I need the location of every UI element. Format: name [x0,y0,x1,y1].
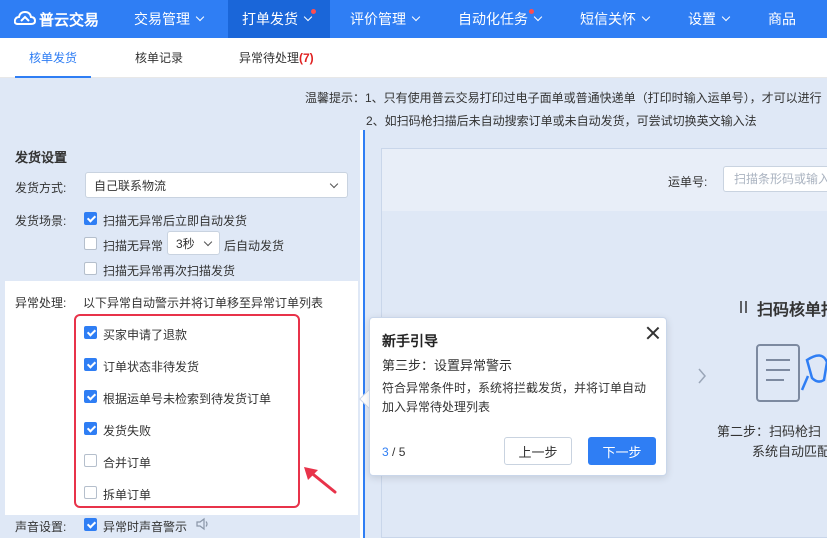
nav-label: 短信关怀 [580,11,636,27]
guide-pagination: 3 / 5 [382,445,405,459]
nav-settings[interactable]: 设置 [688,0,731,38]
guide-description: 符合异常条件时，系统将拦截发货，并将订单自动加入异常待处理列表 [382,381,647,414]
guide-title: 新手引导 [382,333,438,349]
scene-delay-ship-checkbox[interactable] [84,237,97,250]
scene-delay-ship-label-b: 后自动发货 [224,239,285,253]
ship-method-select[interactable]: 自己联系物流 [85,172,348,198]
scene-rescan-ship-checkbox[interactable] [84,262,97,275]
alert-dot-icon [311,9,316,14]
app-logo-text: 普云交易 [39,11,100,29]
chevron-down-icon [411,12,421,22]
guide-step: 第三步：设置异常警示 [382,358,513,373]
scanner-illustration-icon [756,344,827,402]
tab-pending-exceptions[interactable]: 异常待处理(7) [239,38,314,78]
chevron-down-icon [641,12,651,22]
exception-description: 以下异常自动警示并将订单移至异常订单列表 [83,296,324,310]
speaker-icon[interactable] [195,517,211,531]
nav-label: 设置 [688,11,716,27]
notice-line-1: 温馨提示：1、只有使用普云交易打印过电子面单或普通快递单（打印时输入运单号），才… [305,91,822,105]
chevron-down-icon [303,12,313,22]
pointer-arrow-icon [304,467,337,494]
sound-alert-checkbox[interactable] [84,518,97,531]
top-nav: 普云交易 交易管理 打单发货 评价管理 自动化任务 短信关怀 设置 商品 [0,0,827,38]
chevron-down-icon [721,12,731,22]
chevron-down-icon [195,12,205,22]
chevron-right-icon [698,368,706,384]
onboarding-guide-popover: 新手引导 第三步：设置异常警示 符合异常条件时，系统将拦截发货，并将订单自动加入… [369,317,667,476]
ship-method-label: 发货方式: [15,181,67,195]
waybill-label: 运单号: [668,175,708,189]
nav-print-ship[interactable]: 打单发货 [228,0,330,38]
app-logo[interactable]: 普云交易 [0,0,118,38]
nav-label: 评价管理 [350,11,406,27]
exception-label: 异常处理: [15,296,67,310]
chevron-down-icon [533,12,543,22]
guide-page-current: 3 [382,445,389,459]
tab-verify-records[interactable]: 核单记录 [135,38,183,78]
nav-automation[interactable]: 自动化任务 [458,0,543,38]
nav-sms-care[interactable]: 短信关怀 [580,0,651,38]
notice-line-2: 2、如扫码枪扫描后未自动搜索订单或未自动发货，可尝试切换英文输入法 [366,114,757,128]
chevron-down-icon [329,179,339,189]
prev-step-button[interactable]: 上一步 [504,437,572,465]
scene-auto-ship-checkbox[interactable] [84,212,97,225]
delay-seconds-select[interactable]: 3秒 [167,231,220,255]
delay-seconds-value: 3秒 [176,236,195,251]
scan-step2-line1: 第二步：扫码枪扫 [717,424,822,439]
guide-page-total: / 5 [388,445,406,459]
tab-count-badge: (7) [299,51,314,65]
tab-label: 异常待处理 [239,51,300,65]
tab-verify-ship[interactable]: 核单发货 [15,38,91,78]
alert-dot-icon [529,9,534,14]
scene-auto-ship-label: 扫描无异常后立即自动发货 [103,214,248,228]
exception-options-highlight-box [74,314,300,508]
nav-products[interactable]: 商品 [768,0,796,38]
sub-tabs: 核单发货 核单记录 异常待处理(7) [0,38,827,78]
nav-label: 商品 [768,11,796,27]
cloud-logo-icon [14,10,36,25]
next-step-button[interactable]: 下一步 [588,437,656,465]
sound-label: 声音设置: [15,520,67,534]
waybill-input[interactable] [723,166,827,192]
nav-label: 自动化任务 [458,11,528,27]
nav-trade-management[interactable]: 交易管理 [134,0,205,38]
sound-alert-label: 异常时声音警示 [103,520,188,534]
nav-review-management[interactable]: 评价管理 [350,0,421,38]
scan-step2-line2: 系统自动匹配 [752,444,827,459]
settings-title: 发货设置 [15,150,68,165]
chevron-down-icon [203,237,213,247]
close-icon[interactable] [645,325,661,341]
scene-rescan-ship-label: 扫描无异常再次扫描发货 [103,264,236,278]
nav-label: 交易管理 [134,11,190,27]
scene-delay-ship-label-a: 扫描无异常 [103,239,164,253]
ship-method-value: 自己联系物流 [94,178,167,193]
scan-guide-title: 扫码核单指 [757,302,827,319]
nav-label: 打单发货 [242,11,298,27]
ship-scene-label: 发货场景: [15,214,67,228]
quote-mark-icon [740,301,747,313]
